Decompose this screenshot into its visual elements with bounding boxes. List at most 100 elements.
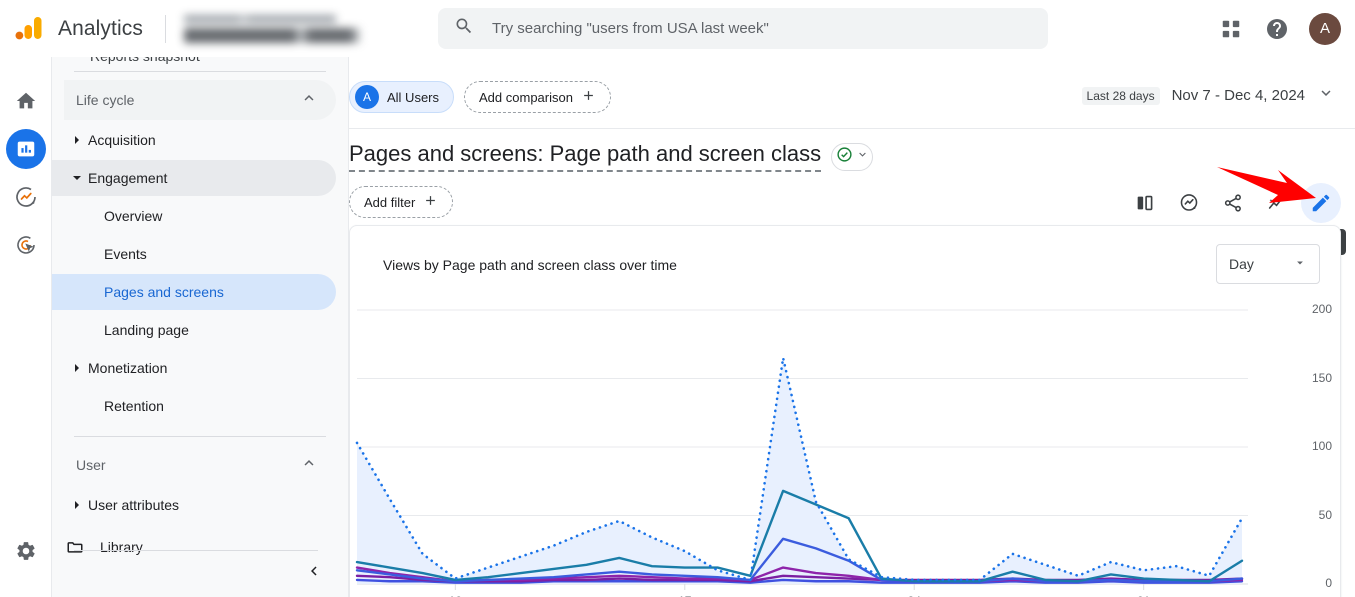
sidebar-item-label: Monetization bbox=[88, 360, 168, 376]
date-range-badge: Last 28 days bbox=[1081, 86, 1160, 105]
report-navigation-sidebar: Reports snapshot Life cycle Acquisition … bbox=[52, 57, 349, 597]
sidebar-scrolled-item[interactable]: Reports snapshot bbox=[52, 57, 348, 65]
all-users-chip-label: All Users bbox=[387, 89, 440, 105]
top-bar: Analytics Try searching "users from USA … bbox=[0, 0, 1355, 57]
time-series-chart[interactable]: 050100150200 10Nov172401Dec bbox=[350, 296, 1340, 597]
triangle-right-icon bbox=[66, 135, 88, 145]
triangle-down-icon bbox=[66, 173, 88, 183]
analytics-app: Analytics Try searching "users from USA … bbox=[0, 0, 1355, 597]
add-filter-row: Add filter bbox=[349, 186, 454, 218]
rail-item-explore[interactable] bbox=[6, 177, 46, 217]
header-divider bbox=[349, 128, 1355, 129]
brand-divider bbox=[164, 14, 166, 43]
granularity-value: Day bbox=[1229, 256, 1254, 272]
sidebar-item-label: Retention bbox=[104, 398, 164, 414]
chip-avatar: A bbox=[355, 85, 379, 109]
chart-svg bbox=[355, 309, 1248, 590]
sidebar-item-label: Overview bbox=[104, 208, 163, 224]
sidebar-item-label: Events bbox=[104, 246, 147, 262]
rail-item-advertising[interactable] bbox=[6, 225, 46, 265]
add-filter-label: Add filter bbox=[364, 194, 416, 210]
y-axis-tick-label: 0 bbox=[1325, 576, 1332, 590]
avatar[interactable]: A bbox=[1309, 12, 1341, 45]
rail-item-admin[interactable] bbox=[6, 531, 46, 579]
sidebar-item-label: Landing page bbox=[104, 322, 189, 338]
sidebar-section-user[interactable]: User bbox=[64, 445, 336, 485]
brand-title: Analytics bbox=[58, 16, 143, 40]
sidebar-item-events[interactable]: Events bbox=[52, 236, 336, 272]
sidebar-scrolled-item-label: Reports snapshot bbox=[90, 57, 200, 64]
add-filter-button[interactable]: Add filter bbox=[349, 186, 454, 218]
sidebar-divider-bottom bbox=[74, 550, 318, 551]
y-axis-tick-label: 200 bbox=[1311, 302, 1332, 316]
sidebar-item-acquisition[interactable]: Acquisition bbox=[52, 122, 336, 158]
y-axis-tick-label: 50 bbox=[1318, 507, 1332, 522]
sidebar-collapse-button[interactable] bbox=[294, 553, 334, 593]
all-users-comparison-chip[interactable]: A All Users bbox=[349, 81, 455, 113]
sidebar-divider-top bbox=[74, 71, 326, 72]
edit-pencil-icon[interactable] bbox=[1301, 183, 1341, 223]
main-content: A All Users Add comparison Last 28 days … bbox=[349, 57, 1355, 597]
plus-icon bbox=[581, 88, 596, 106]
folder-icon bbox=[64, 538, 86, 556]
y-axis-tick-label: 150 bbox=[1311, 370, 1332, 385]
sidebar-item-label: Pages and screens bbox=[104, 284, 224, 300]
date-range-text: Nov 7 - Dec 4, 2024 bbox=[1171, 87, 1305, 104]
sidebar-item-pages-and-screens[interactable]: Pages and screens bbox=[52, 274, 336, 310]
sidebar-item-user-attributes[interactable]: User attributes bbox=[52, 487, 336, 523]
apps-grid-icon[interactable] bbox=[1211, 9, 1251, 49]
account-breadcrumb-blurred bbox=[183, 14, 336, 23]
search-input[interactable] bbox=[492, 20, 1032, 37]
sidebar-item-engagement[interactable]: Engagement bbox=[52, 160, 336, 196]
chevron-down-icon bbox=[1317, 84, 1335, 107]
sidebar-divider-user bbox=[74, 436, 326, 437]
sidebar-item-monetization[interactable]: Monetization bbox=[52, 350, 336, 386]
sidebar-section-label: User bbox=[76, 457, 106, 473]
top-bar-actions: A bbox=[1211, 0, 1341, 57]
chevron-up-icon bbox=[300, 89, 318, 112]
sidebar-item-label: Acquisition bbox=[88, 132, 156, 148]
triangle-right-icon bbox=[66, 500, 88, 510]
add-comparison-button[interactable]: Add comparison bbox=[464, 81, 611, 113]
chevron-down-icon bbox=[1293, 256, 1307, 273]
sidebar-item-landing-page[interactable]: Landing page bbox=[52, 312, 336, 348]
property-name-blurred bbox=[183, 27, 360, 43]
rail-item-home[interactable] bbox=[6, 81, 46, 121]
add-comparison-label: Add comparison bbox=[479, 89, 573, 105]
account-property-selector[interactable] bbox=[183, 14, 360, 43]
date-range-selector[interactable]: Last 28 days Nov 7 - Dec 4, 2024 bbox=[1081, 84, 1335, 107]
share-icon[interactable] bbox=[1213, 183, 1253, 223]
google-analytics-logo-icon bbox=[14, 14, 44, 44]
y-axis-tick-label: 100 bbox=[1311, 439, 1332, 453]
sidebar-section-label: Life cycle bbox=[76, 92, 135, 108]
chart-card: Views by Page path and screen class over… bbox=[349, 225, 1341, 597]
report-title-row: Pages and screens: Page path and screen … bbox=[349, 141, 874, 172]
sidebar-section-life-cycle[interactable]: Life cycle bbox=[64, 80, 336, 120]
granularity-select[interactable]: Day bbox=[1216, 244, 1320, 284]
sidebar-item-overview[interactable]: Overview bbox=[52, 198, 336, 234]
chart-card-header: Views by Page path and screen class over… bbox=[350, 244, 1340, 284]
sidebar-item-label: User attributes bbox=[88, 497, 180, 513]
report-header: A All Users Add comparison Last 28 days … bbox=[349, 57, 1355, 255]
compare-icon[interactable] bbox=[1125, 183, 1165, 223]
sidebar-item-label: Library bbox=[100, 539, 143, 555]
left-nav-rail bbox=[0, 57, 52, 597]
chevron-down-icon bbox=[856, 148, 869, 166]
chart-title: Views by Page path and screen class over… bbox=[383, 257, 677, 273]
report-status-badge[interactable] bbox=[831, 142, 874, 171]
report-toolbar bbox=[1125, 183, 1341, 223]
brand-area[interactable]: Analytics bbox=[14, 14, 360, 44]
sparkle-trend-icon[interactable] bbox=[1257, 183, 1297, 223]
sidebar-item-label: Engagement bbox=[88, 170, 168, 186]
chevron-up-icon bbox=[300, 454, 318, 477]
check-circle-icon bbox=[836, 146, 853, 168]
search-icon bbox=[454, 16, 474, 41]
rail-item-reports[interactable] bbox=[5, 129, 46, 169]
insights-icon[interactable] bbox=[1169, 183, 1209, 223]
help-circle-icon[interactable] bbox=[1257, 9, 1297, 49]
page-title: Pages and screens: Page path and screen … bbox=[349, 141, 822, 172]
plus-icon bbox=[423, 193, 438, 211]
sidebar-item-retention[interactable]: Retention bbox=[52, 388, 336, 424]
triangle-right-icon bbox=[66, 363, 88, 373]
search-bar[interactable] bbox=[438, 8, 1048, 49]
